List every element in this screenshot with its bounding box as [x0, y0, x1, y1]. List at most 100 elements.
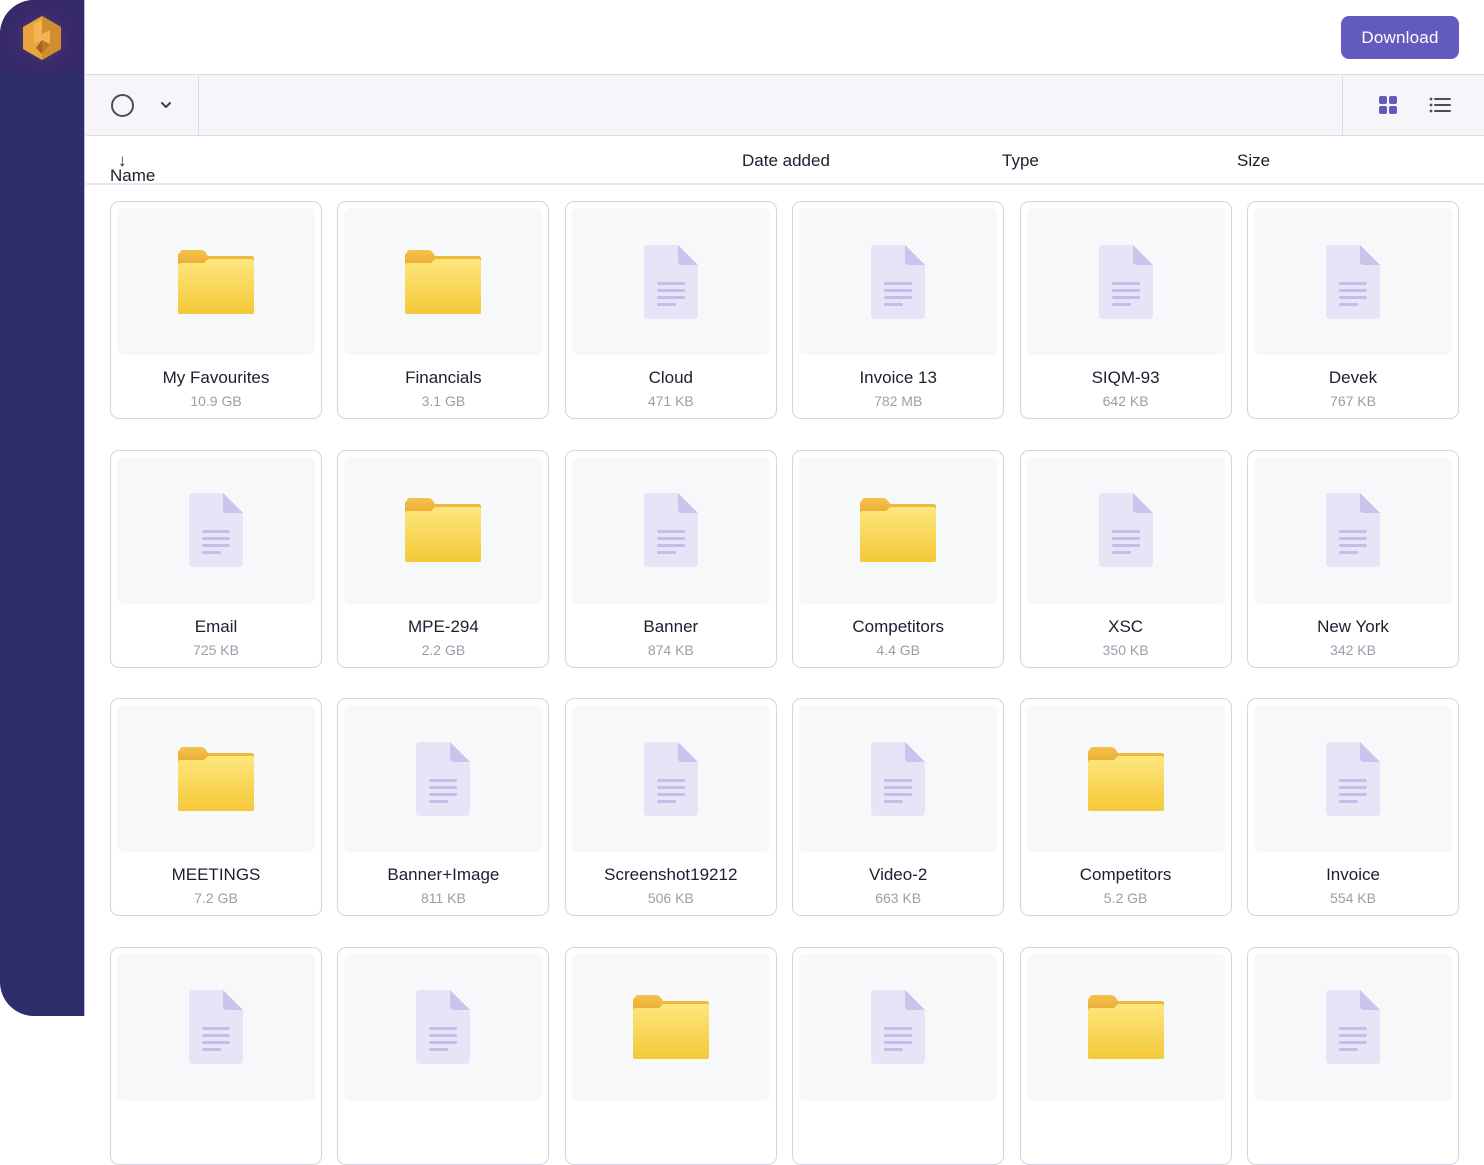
file-card[interactable]: Video-2 663 KB	[792, 698, 1005, 916]
document-icon	[1098, 244, 1153, 319]
file-name: Screenshot19212	[604, 865, 738, 884]
file-card[interactable]: SIQM-93 642 KB	[1019, 201, 1232, 419]
document-icon	[189, 493, 243, 567]
document-icon	[871, 741, 926, 816]
sidebar	[0, 0, 85, 1016]
document-icon	[1098, 493, 1153, 567]
file-name: Banner	[643, 616, 699, 636]
file-name: Email	[194, 616, 238, 636]
file-size: 663 KB	[875, 890, 922, 906]
thumbnail	[1026, 456, 1225, 604]
thumbnail	[344, 953, 543, 1101]
thumbnail	[1026, 208, 1225, 355]
folder-card[interactable]: Financials 3.1 GB	[337, 201, 550, 419]
folder-icon	[860, 498, 937, 562]
folder-card[interactable]: Competitors 4.4 GB	[792, 449, 1005, 668]
file-size: 5.2 GB	[1103, 890, 1148, 906]
top-bar: Download	[86, 0, 1484, 75]
folder-card[interactable]: MPE-294 2.2 GB	[337, 449, 550, 668]
document-icon	[643, 244, 698, 319]
circle-select-icon[interactable]	[111, 94, 134, 117]
folder-card[interactable]: Competitors 5.2 GB	[1019, 698, 1232, 916]
folder-icon	[178, 249, 254, 314]
thumbnail	[799, 456, 998, 604]
file-size: 782 MB	[874, 393, 923, 409]
document-icon	[416, 741, 471, 816]
folder-icon	[405, 498, 482, 562]
folder-icon	[632, 995, 709, 1059]
column-size-header[interactable]: Size	[1237, 151, 1270, 171]
folder-card[interactable]	[564, 946, 777, 1165]
folder-icon	[405, 249, 482, 314]
thumbnail	[1254, 208, 1452, 355]
file-name: Competitors	[852, 616, 944, 636]
document-icon	[1326, 990, 1380, 1064]
file-card[interactable]: Screenshot19212 506 KB	[564, 698, 777, 916]
folder-card[interactable]	[1019, 946, 1232, 1165]
cube-logo-icon[interactable]	[20, 14, 64, 62]
document-icon	[1326, 493, 1380, 567]
file-size: 471 KB	[647, 393, 694, 409]
thumbnail	[117, 705, 315, 852]
chevron-down-icon[interactable]	[157, 96, 175, 114]
file-size: 7.2 GB	[194, 890, 238, 906]
list-view-icon[interactable]	[1429, 95, 1451, 115]
thumbnail	[344, 705, 543, 852]
folder-icon	[1087, 995, 1164, 1059]
file-card[interactable]	[110, 946, 322, 1165]
file-size: 342 KB	[1330, 641, 1376, 658]
logo-area	[0, 0, 84, 74]
document-icon	[871, 244, 926, 319]
document-icon	[1326, 741, 1380, 816]
file-card[interactable]: New York 342 KB	[1247, 449, 1459, 668]
file-size: 10.9 GB	[190, 393, 242, 409]
file-card[interactable]	[1247, 946, 1459, 1165]
file-card[interactable]: Email 725 KB	[110, 449, 322, 668]
thumbnail	[571, 953, 770, 1101]
document-icon	[643, 741, 698, 816]
file-size: 4.4 GB	[876, 641, 920, 658]
file-size: 874 KB	[647, 641, 694, 658]
file-name: New York	[1317, 616, 1389, 636]
file-size: 350 KB	[1102, 641, 1149, 658]
thumbnail	[1026, 953, 1225, 1101]
file-name: Cloud	[648, 368, 693, 387]
thumbnail	[344, 208, 543, 355]
file-card[interactable]	[792, 946, 1005, 1165]
folder-card[interactable]: My Favourites 10.9 GB	[110, 201, 322, 419]
file-card[interactable]: Banner 874 KB	[564, 449, 777, 668]
column-name-header[interactable]: Name ↓	[110, 151, 155, 185]
thumbnail	[1254, 953, 1452, 1101]
file-size: 554 KB	[1330, 890, 1376, 906]
file-name: XSC	[1108, 616, 1144, 636]
column-header: Name ↓ Date added Type Size	[86, 136, 1484, 185]
grid-view-icon[interactable]	[1378, 95, 1398, 115]
thumbnail	[117, 456, 315, 604]
thumbnail	[571, 705, 770, 852]
file-card[interactable]: Invoice 554 KB	[1247, 698, 1459, 916]
download-button[interactable]: Download	[1341, 16, 1459, 59]
file-card[interactable]	[337, 946, 550, 1165]
column-type-header[interactable]: Type	[1002, 151, 1039, 171]
file-card[interactable]: Invoice 13 782 MB	[792, 201, 1005, 419]
file-name: MPE-294	[407, 616, 479, 636]
thumbnail	[571, 456, 770, 604]
folder-card[interactable]: MEETINGS 7.2 GB	[110, 698, 322, 916]
document-icon	[1326, 244, 1380, 319]
thumbnail	[1254, 456, 1452, 604]
file-name: MEETINGS	[171, 865, 261, 884]
file-size: 3.1 GB	[421, 393, 466, 409]
file-card[interactable]: Banner+Image 811 KB	[337, 698, 550, 916]
file-card[interactable]: Devek 767 KB	[1247, 201, 1459, 419]
document-icon	[189, 990, 243, 1064]
file-name: Devek	[1328, 368, 1378, 387]
file-card[interactable]: XSC 350 KB	[1019, 449, 1232, 668]
thumbnail	[1254, 705, 1452, 852]
folder-icon	[178, 746, 254, 811]
thumbnail	[571, 208, 770, 355]
thumbnail	[117, 208, 315, 355]
column-date-added-header[interactable]: Date added	[742, 151, 830, 171]
file-size: 2.2 GB	[421, 641, 466, 658]
file-card[interactable]: Cloud 471 KB	[564, 201, 777, 419]
file-name: Financials	[405, 368, 482, 387]
